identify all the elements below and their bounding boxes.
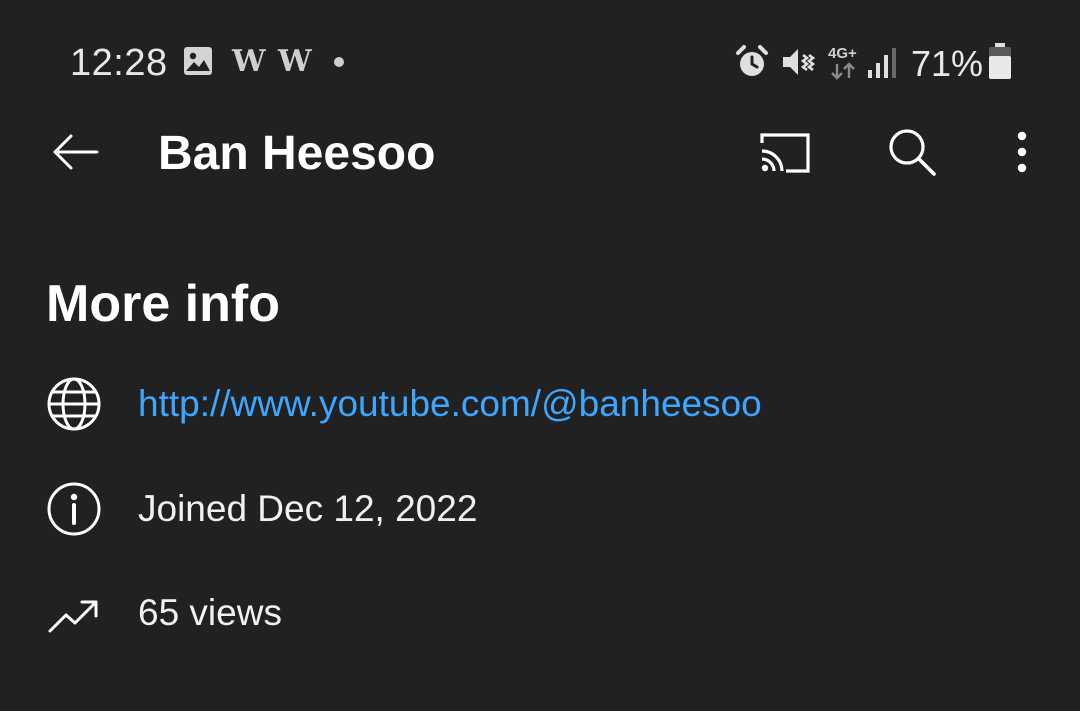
more-notifications-dot: [334, 57, 344, 67]
info-icon: [47, 482, 101, 536]
status-time: 12:28: [70, 42, 168, 84]
status-bar: 12:28 W W 4G+ 71%: [0, 0, 1080, 124]
search-button[interactable]: [882, 124, 942, 180]
trending-up-icon: [48, 600, 98, 633]
globe-icon: [47, 377, 101, 431]
view-count: 65 views: [138, 592, 282, 633]
back-arrow-icon: [53, 134, 99, 170]
search-icon: [889, 129, 936, 176]
battery-percent: 71%: [911, 43, 984, 84]
image-notification-icon: [184, 47, 212, 75]
more-vert-icon: [1017, 131, 1027, 173]
cast-icon: [760, 133, 810, 173]
svg-text:4G+: 4G+: [828, 45, 857, 62]
4g-plus-data-icon: 4G+: [828, 45, 857, 80]
back-button[interactable]: [40, 124, 110, 180]
channel-title: Ban Heesoo: [158, 127, 436, 180]
more-info-heading: More info: [46, 275, 280, 333]
signal-bars-icon: [868, 48, 896, 78]
more-options-button[interactable]: [1000, 124, 1044, 180]
vibrate-mute-icon: [783, 49, 816, 75]
views-row: 65 views: [0, 578, 1080, 648]
joined-date: Joined Dec 12, 2022: [138, 488, 478, 529]
notification-w-icon: W: [278, 44, 312, 79]
link-row: http://www.youtube.com/@banheesoo: [0, 369, 1080, 439]
cast-button[interactable]: [752, 124, 816, 180]
alarm-icon: [736, 45, 768, 76]
notification-w-icon: W: [232, 44, 266, 79]
channel-link[interactable]: http://www.youtube.com/@banheesoo: [138, 382, 762, 426]
battery-icon: [989, 43, 1011, 79]
joined-row: Joined Dec 12, 2022: [0, 474, 1080, 544]
